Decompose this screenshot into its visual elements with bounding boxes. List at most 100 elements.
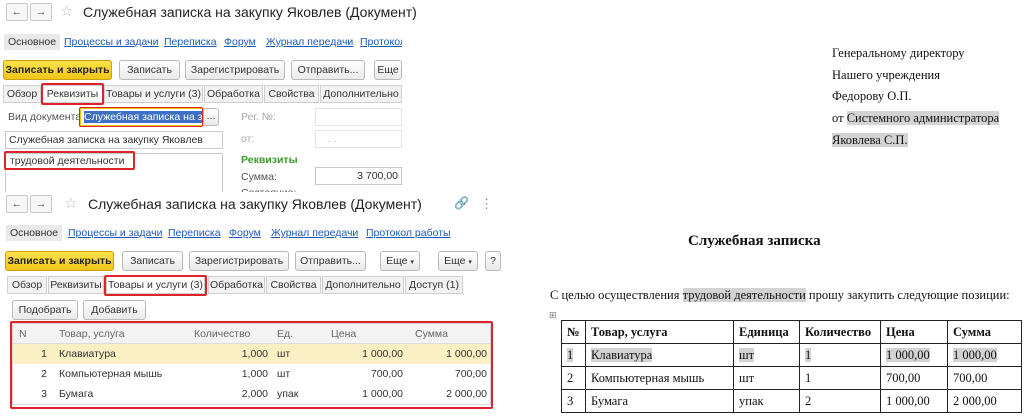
save-close-button[interactable]: Записать и закрыть xyxy=(3,60,112,80)
sum-label: Сумма: xyxy=(241,171,277,183)
nav-main[interactable]: Основное xyxy=(4,34,61,50)
doc-col-product: Товар, услуга xyxy=(585,320,734,344)
addressee-line-1: Генеральному директору xyxy=(832,46,965,60)
send-button[interactable]: Отправить... xyxy=(291,60,365,80)
tab-requisites-2[interactable]: Реквизиты xyxy=(48,276,104,294)
more-button-2b[interactable]: Еще ▾ xyxy=(438,251,478,271)
back-button[interactable]: ← xyxy=(6,3,28,21)
nav-correspondence-2[interactable]: Переписка xyxy=(168,227,221,239)
cell-n: 3 xyxy=(41,388,47,400)
doc-type-value: Служебная записка на закуп xyxy=(84,111,203,123)
menu-icon[interactable]: ⋮ xyxy=(480,196,493,212)
tab-overview[interactable]: Обзор xyxy=(3,85,41,103)
forward-button[interactable]: → xyxy=(30,3,52,21)
nav-transfer-log[interactable]: Журнал передачи xyxy=(266,36,353,48)
tab-properties-2[interactable]: Свойства xyxy=(266,276,321,294)
link-icon[interactable]: 🔗 xyxy=(454,196,469,210)
doc-cell-quantity: 1 xyxy=(805,347,812,362)
more-button-2a[interactable]: Еще ▾ xyxy=(380,251,420,271)
tab-requisites[interactable]: Реквизиты xyxy=(42,85,103,103)
document-title: Служебная записка xyxy=(688,233,821,249)
doc-cell-unit: шт xyxy=(739,347,755,362)
doc-col-price: Цена xyxy=(880,320,948,344)
reg-number-field[interactable] xyxy=(315,108,402,126)
more-button[interactable]: Еще xyxy=(374,60,402,80)
cell-sum: 2 000,00 xyxy=(446,388,487,400)
col-unit[interactable]: Ед. xyxy=(277,324,317,344)
col-product[interactable]: Товар, услуга xyxy=(59,324,189,344)
sum-field[interactable]: 3 700,00 xyxy=(315,167,402,185)
forward-button-2[interactable]: → xyxy=(30,195,52,213)
nav-correspondence[interactable]: Переписка xyxy=(164,36,217,48)
help-button[interactable]: ? xyxy=(485,251,501,271)
nav-main-2[interactable]: Основное xyxy=(6,225,63,241)
register-button[interactable]: Зарегистрировать xyxy=(185,60,285,80)
col-sum[interactable]: Сумма xyxy=(415,324,485,344)
save-close-button-2[interactable]: Записать и закрыть xyxy=(5,251,114,271)
body-suffix: прошу закупить следующие позиции: xyxy=(805,288,1010,302)
table-row[interactable]: 3 Бумага 2,000 упак 1 000,00 2 000,00 xyxy=(13,384,490,404)
nav-protocol[interactable]: Протокол xyxy=(360,36,402,48)
tab-goods[interactable]: Товары и услуги (3) xyxy=(104,85,203,103)
doc-col-sum: Сумма xyxy=(947,320,1022,344)
favorite-star-icon[interactable]: ☆ xyxy=(60,3,73,21)
nav-transfer-log-2[interactable]: Журнал передачи xyxy=(271,227,358,239)
add-button[interactable]: Добавить xyxy=(83,300,146,320)
tab-processing-2[interactable]: Обработка xyxy=(208,276,265,294)
from-date-field[interactable]: . . xyxy=(315,130,402,148)
cell-product: Клавиатура xyxy=(59,348,116,360)
cell-sum: 1 000,00 xyxy=(446,348,487,360)
tab-access-2[interactable]: Доступ (1) xyxy=(405,276,463,294)
doc-table-header: № Товар, услуга Единица Количество Цена … xyxy=(561,320,1022,344)
cell-price: 1 000,00 xyxy=(362,388,403,400)
cell-n: 1 xyxy=(41,348,47,360)
nav-forum-2[interactable]: Форум xyxy=(229,227,261,239)
text-field-value: трудовой деятельности xyxy=(10,155,125,167)
doc-cell: 1 000,00 xyxy=(880,343,948,367)
cell-price: 700,00 xyxy=(370,368,403,380)
requisites-section-title: Реквизиты xyxy=(241,154,298,166)
doc-table-row: 2 Компьютерная мышь шт 1 700,00 700,00 xyxy=(561,366,1022,390)
table-row[interactable]: 2 Компьютерная мышь 1,000 шт 700,00 700,… xyxy=(13,364,490,384)
doc-type-select-button[interactable]: ... xyxy=(203,108,219,126)
back-button-2[interactable]: ← xyxy=(6,195,28,213)
pick-button[interactable]: Подобрать xyxy=(12,300,78,320)
tab-goods-2[interactable]: Товары и услуги (3) xyxy=(106,276,205,294)
doc-col-quantity: Количество xyxy=(799,320,881,344)
send-button-2[interactable]: Отправить... xyxy=(295,251,366,271)
tab-overview-2[interactable]: Обзор xyxy=(7,276,47,294)
col-n[interactable]: N xyxy=(19,324,39,344)
nav-processes-2[interactable]: Процессы и задачи xyxy=(68,227,162,239)
tab-additional-2[interactable]: Дополнительно xyxy=(322,276,404,294)
doc-cell-quantity: 2 xyxy=(799,389,881,413)
body-highlight: трудовой деятельности xyxy=(682,288,806,302)
table-row[interactable]: 1 Клавиатура 1,000 шт 1 000,00 1 000,00 xyxy=(13,344,490,364)
tab-additional[interactable]: Дополнительно xyxy=(320,85,402,103)
subject-field[interactable]: Служебная записка на закупку Яковлев xyxy=(5,131,223,149)
doc-cell: Клавиатура xyxy=(585,343,734,367)
save-button[interactable]: Записать xyxy=(119,60,180,80)
nav-protocol-2[interactable]: Протокол работы xyxy=(366,227,451,239)
dropdown-icon: ▾ xyxy=(410,259,414,266)
tab-properties[interactable]: Свойства xyxy=(264,85,319,103)
doc-cell-sum: 2 000,00 xyxy=(947,389,1022,413)
tab-processing[interactable]: Обработка xyxy=(204,85,263,103)
nav-forum[interactable]: Форум xyxy=(224,36,256,48)
col-quantity[interactable]: Количество xyxy=(194,324,274,344)
nav-processes[interactable]: Процессы и задачи xyxy=(64,36,158,48)
body-prefix: С целью осуществления xyxy=(550,288,683,302)
cell-product: Компьютерная мышь xyxy=(59,368,163,380)
goods-grid: N Товар, услуга Количество Ед. Цена Сумм… xyxy=(12,323,491,405)
save-button-2[interactable]: Записать xyxy=(122,251,183,271)
addressee-line-2: Нашего учреждения xyxy=(832,68,940,82)
grid-header: N Товар, услуга Количество Ед. Цена Сумм… xyxy=(13,324,490,344)
register-button-2[interactable]: Зарегистрировать xyxy=(189,251,289,271)
favorite-star-icon-2[interactable]: ☆ xyxy=(64,195,77,213)
doc-type-field[interactable]: Служебная записка на закуп xyxy=(80,108,204,126)
doc-cell: 1 xyxy=(561,343,586,367)
from-name-line: Яковлева С.П. xyxy=(832,133,908,148)
table-move-handle-icon[interactable]: ⊞ xyxy=(549,311,557,320)
col-price[interactable]: Цена xyxy=(331,324,401,344)
cell-price: 1 000,00 xyxy=(362,348,403,360)
doc-cell-product: Компьютерная мышь xyxy=(585,366,734,390)
